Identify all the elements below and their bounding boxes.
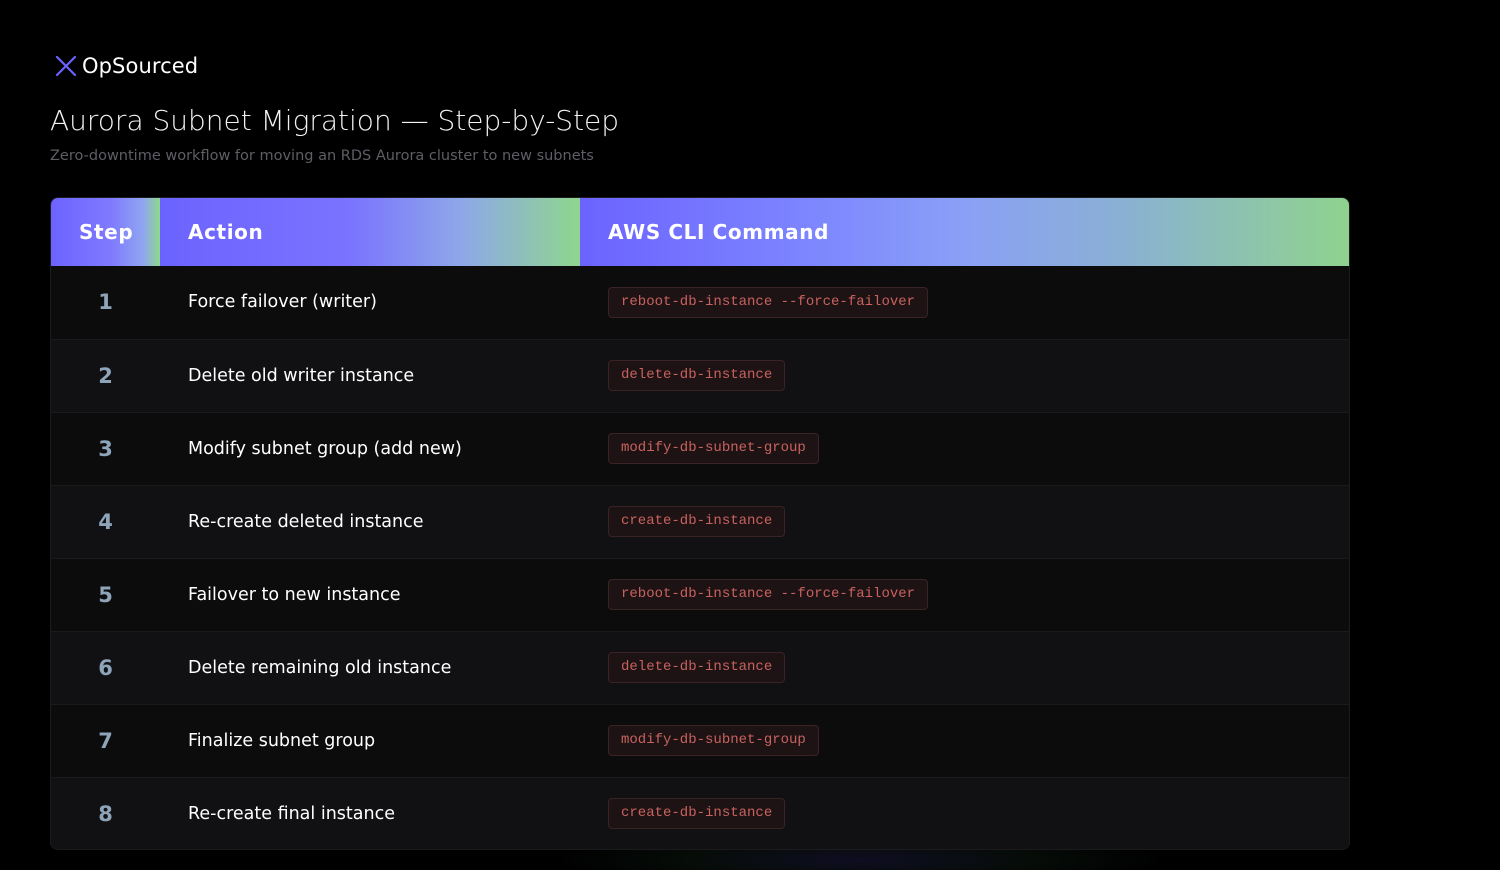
step-number: 8	[51, 776, 160, 849]
column-header-command: AWS CLI Command	[580, 198, 1349, 266]
step-command-cell: reboot-db-instance --force-failover	[580, 557, 1349, 631]
step-number: 7	[51, 703, 160, 777]
brand-name: OpSourced	[82, 54, 199, 78]
step-action: Re-create final instance	[160, 776, 580, 849]
cli-command[interactable]: modify-db-subnet-group	[608, 433, 819, 464]
cli-command[interactable]: create-db-instance	[608, 506, 786, 537]
step-action: Delete remaining old instance	[160, 630, 580, 704]
step-action: Delete old writer instance	[160, 338, 580, 412]
steps-table: Step Action AWS CLI Command 1 Force fail…	[51, 198, 1349, 849]
step-action: Re-create deleted instance	[160, 484, 580, 558]
step-action: Failover to new instance	[160, 557, 580, 631]
page-subtitle: Zero-downtime workflow for moving an RDS…	[50, 148, 594, 164]
step-action: Modify subnet group (add new)	[160, 411, 580, 485]
step-command-cell: delete-db-instance	[580, 630, 1349, 704]
cli-command[interactable]: reboot-db-instance --force-failover	[608, 286, 929, 318]
logo[interactable]: OpSourced	[54, 53, 198, 79]
step-command-cell: create-db-instance	[580, 776, 1349, 849]
table-row: 8 Re-create final instance create-db-ins…	[51, 776, 1349, 849]
step-command-cell: create-db-instance	[580, 484, 1349, 558]
cli-command[interactable]: delete-db-instance	[608, 652, 786, 683]
step-command-cell: modify-db-subnet-group	[580, 411, 1349, 485]
table-row: 5 Failover to new instance reboot-db-ins…	[51, 557, 1349, 631]
table-body: 1 Force failover (writer) reboot-db-inst…	[51, 266, 1349, 849]
cli-command[interactable]: reboot-db-instance --force-failover	[608, 579, 929, 610]
table-row: 1 Force failover (writer) reboot-db-inst…	[51, 266, 1349, 339]
page-title: Aurora Subnet Migration — Step-by-Step	[50, 104, 620, 137]
cli-command[interactable]: delete-db-instance	[608, 360, 786, 391]
table-row: 2 Delete old writer instance delete-db-i…	[51, 338, 1349, 412]
table-row: 3 Modify subnet group (add new) modify-d…	[51, 411, 1349, 485]
column-header-action: Action	[160, 198, 580, 266]
step-number: 4	[51, 484, 160, 558]
table-row: 4 Re-create deleted instance create-db-i…	[51, 484, 1349, 558]
step-number: 5	[51, 557, 160, 631]
cli-command[interactable]: modify-db-subnet-group	[608, 725, 819, 756]
steps-table-card: Step Action AWS CLI Command 1 Force fail…	[50, 197, 1350, 850]
page: OpSourced Aurora Subnet Migration — Step…	[0, 0, 1500, 870]
step-command-cell: delete-db-instance	[580, 338, 1349, 412]
table-row: 7 Finalize subnet group modify-db-subnet…	[51, 703, 1349, 777]
step-number: 2	[51, 338, 160, 412]
column-header-step: Step	[51, 198, 160, 266]
cli-command[interactable]: create-db-instance	[608, 798, 786, 830]
x-mark-icon	[55, 55, 77, 77]
table-header-row: Step Action AWS CLI Command	[51, 198, 1349, 266]
step-number: 6	[51, 630, 160, 704]
step-action: Force failover (writer)	[160, 266, 580, 339]
step-action: Finalize subnet group	[160, 703, 580, 777]
step-number: 1	[51, 266, 160, 339]
step-command-cell: modify-db-subnet-group	[580, 703, 1349, 777]
table-row: 6 Delete remaining old instance delete-d…	[51, 630, 1349, 704]
table-header: Step Action AWS CLI Command	[51, 198, 1349, 266]
step-number: 3	[51, 411, 160, 485]
step-command-cell: reboot-db-instance --force-failover	[580, 266, 1349, 339]
